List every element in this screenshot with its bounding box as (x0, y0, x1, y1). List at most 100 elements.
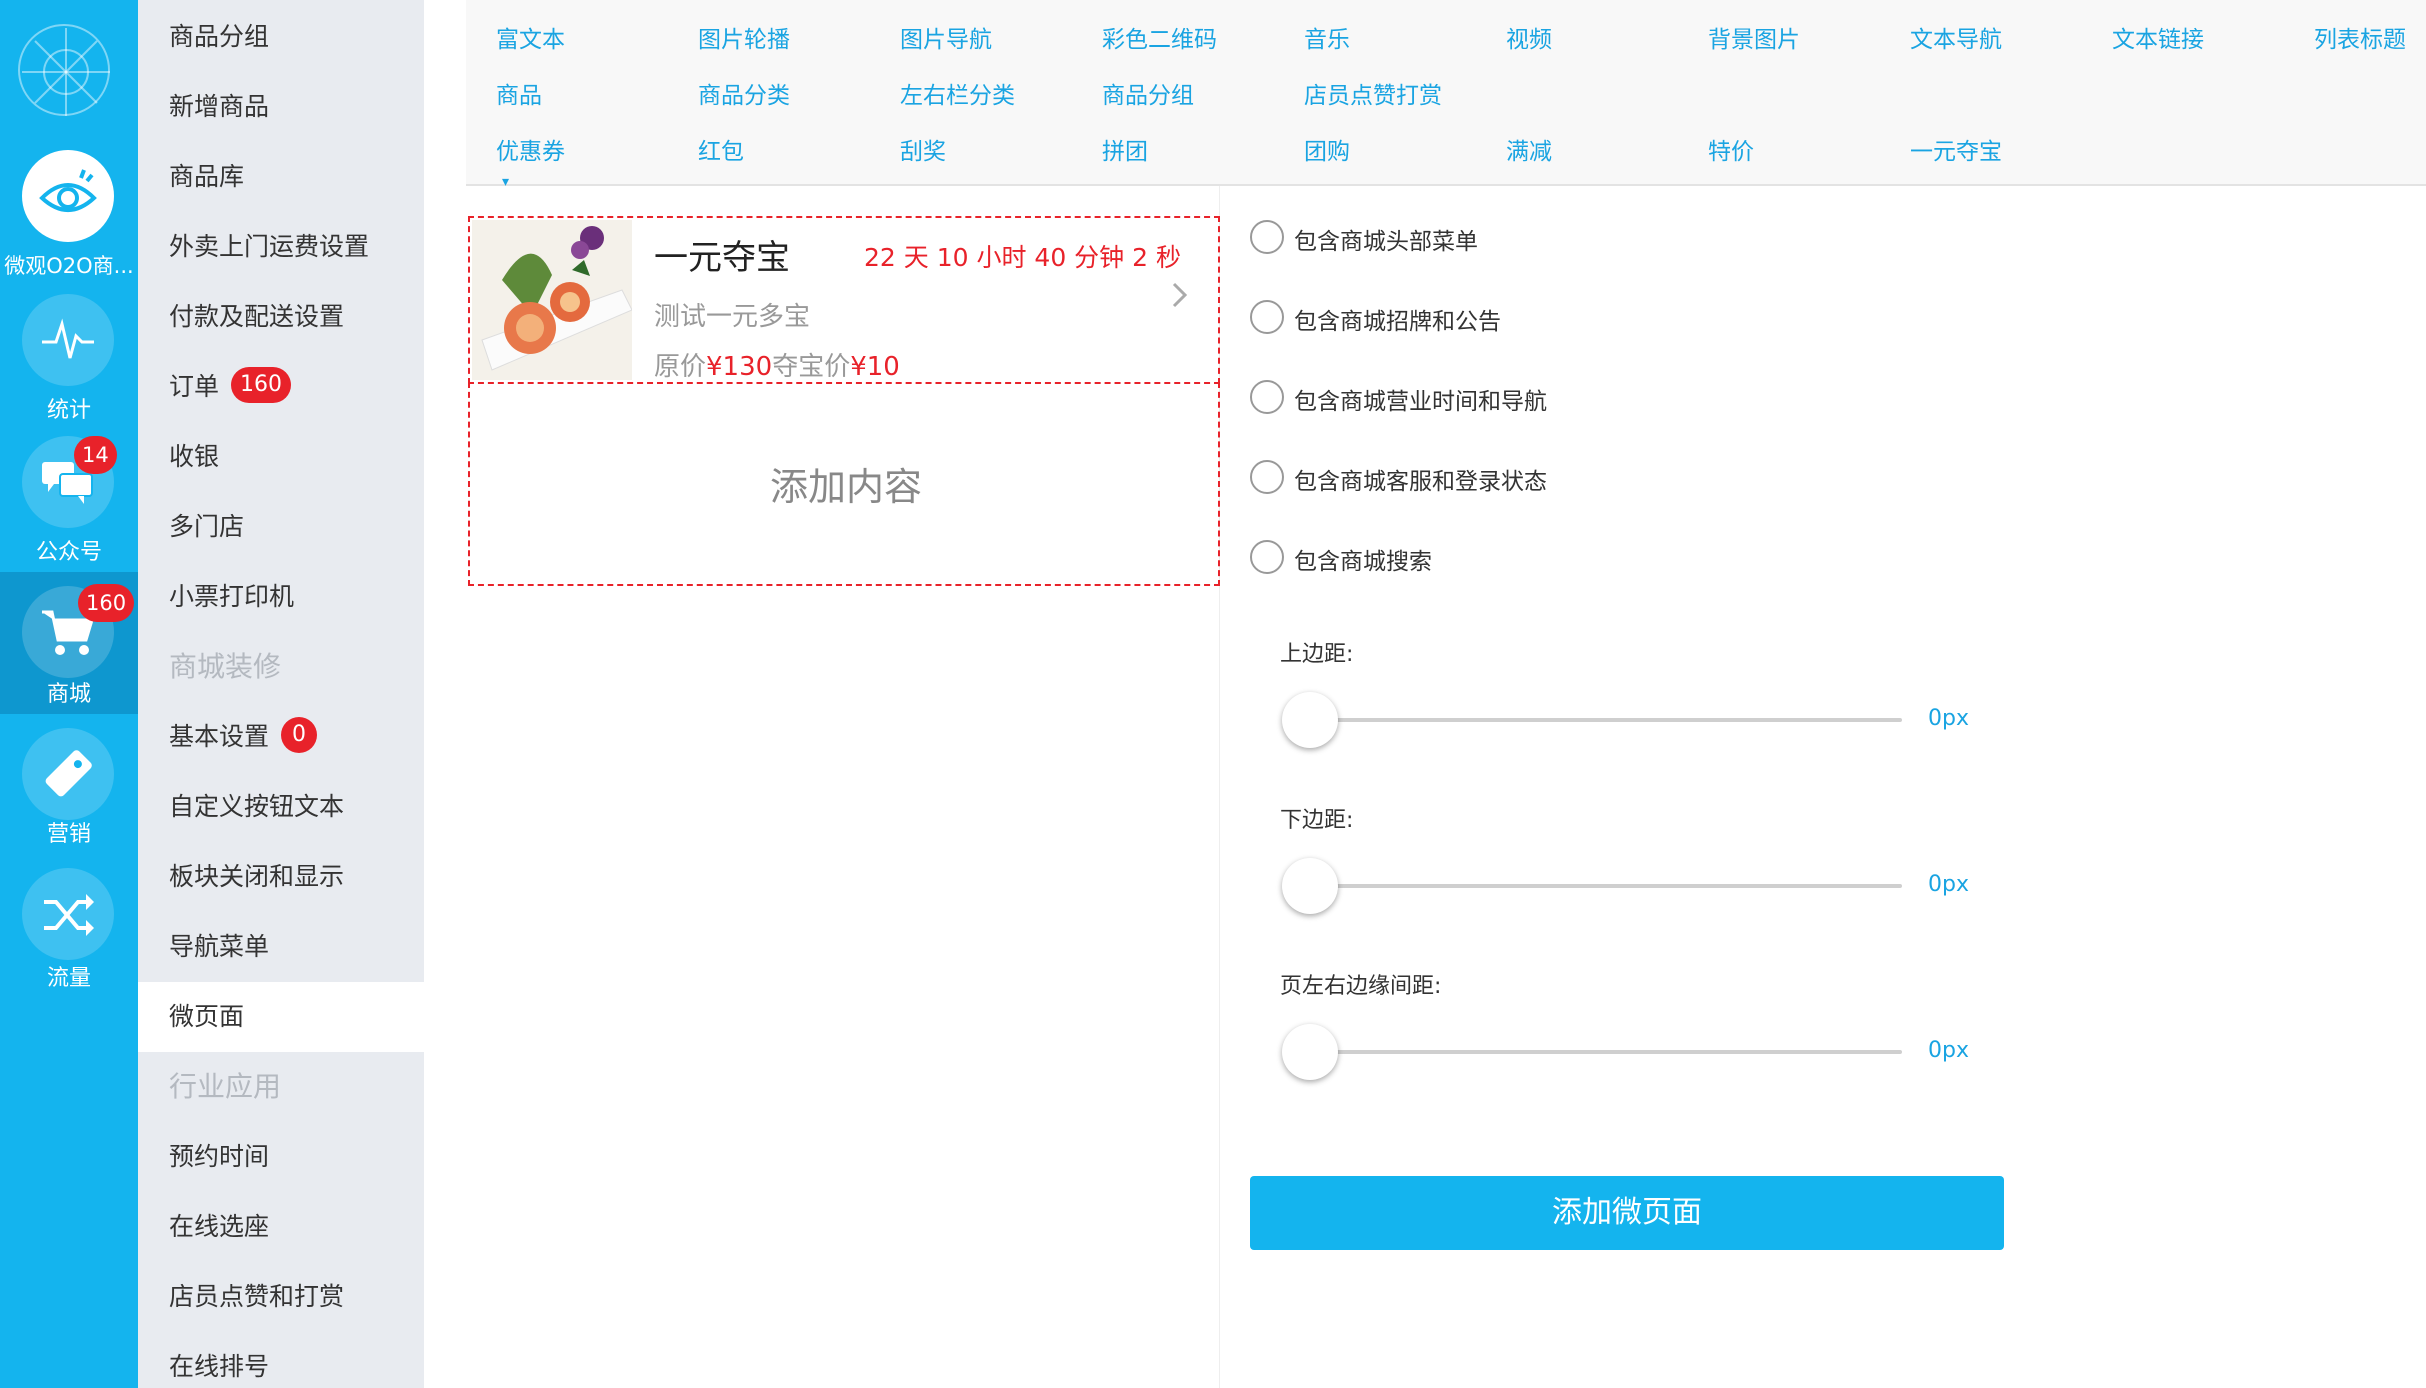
subnav-label: 自定义按钮文本 (169, 792, 345, 821)
product-price: 原价¥130夺宝价¥10 (654, 346, 900, 383)
option-label: 包含商城营业时间和导航 (1294, 389, 1547, 415)
subnav-group-mall-decoration: 商城装修 (138, 632, 424, 702)
side-margin-slider-handle[interactable] (1282, 1024, 1338, 1080)
option-label: 包含商城客服和登录状态 (1294, 469, 1547, 495)
component-staff-tips[interactable]: 店员点赞打赏 (1304, 76, 1442, 110)
top-margin-slider-handle[interactable] (1282, 692, 1338, 748)
subnav-label: 小票打印机 (169, 582, 295, 611)
add-content-area[interactable]: 添加内容 (468, 382, 1220, 586)
subnav-item-booking-time[interactable]: 预约时间 (138, 1122, 424, 1192)
radio-button[interactable] (1250, 460, 1284, 494)
subnav-item-product-group[interactable]: 商品分组 (138, 2, 424, 72)
component-team-purchase[interactable]: 团购 (1304, 132, 1350, 166)
component-scratch-card[interactable]: 刮奖 (900, 132, 946, 166)
one-yuan-draw-card[interactable]: 一元夺宝 22 天 10 小时 40 分钟 2 秒 测试一元多宝 原价¥130夺… (468, 216, 1220, 384)
component-carousel[interactable]: 图片轮播 (698, 20, 790, 54)
subnav-group-label: 商城装修 (169, 650, 282, 683)
component-discount[interactable]: 满减 (1506, 132, 1552, 166)
subnav-item-staff-tips[interactable]: 店员点赞和打赏 (138, 1262, 424, 1332)
subnav-label: 外卖上门运费设置 (169, 232, 370, 261)
top-margin-value: 0px (1928, 706, 1969, 731)
top-margin-label: 上边距: (1280, 642, 1354, 667)
deal-price: ¥10 (850, 352, 900, 382)
subnav-item-section-toggle[interactable]: 板块关闭和显示 (138, 842, 424, 912)
component-special-price[interactable]: 特价 (1708, 132, 1754, 166)
component-one-yuan-draw[interactable]: 一元夺宝 (1910, 132, 2002, 166)
radio-button[interactable] (1250, 220, 1284, 254)
subnav-label: 多门店 (169, 512, 245, 541)
subnav-item-payment-shipping[interactable]: 付款及配送设置 (138, 282, 424, 352)
component-red-packet[interactable]: 红包 (698, 132, 744, 166)
rail-item-mall[interactable]: 160 商城 (0, 572, 138, 714)
rail-label-stats: 统计 (46, 398, 91, 423)
price-prefix: 原价 (654, 352, 707, 382)
side-margin-slider-track[interactable] (1308, 1050, 1902, 1054)
rail-label-wechat: 公众号 (35, 540, 102, 565)
subnav-item-delivery-fee[interactable]: 外卖上门运费设置 (138, 212, 424, 282)
subnav-label: 商品库 (169, 162, 245, 191)
subnav-item-seat-selection[interactable]: 在线选座 (138, 1192, 424, 1262)
subnav-item-micro-page[interactable]: 微页面 (138, 982, 424, 1052)
rail-item-wechat[interactable]: 14 公众号 (0, 436, 138, 578)
component-coupon[interactable]: 优惠券 (496, 132, 565, 166)
countdown-timer: 22 天 10 小时 40 分钟 2 秒 (864, 243, 1181, 272)
bottom-margin-slider-track[interactable] (1308, 884, 1902, 888)
subnav-label: 预约时间 (169, 1142, 270, 1171)
component-side-category[interactable]: 左右栏分类 (900, 76, 1015, 110)
side-margin-value: 0px (1928, 1038, 1969, 1063)
subnav-label: 订单 (169, 372, 220, 401)
subnav-item-cashier[interactable]: 收银 (138, 422, 424, 492)
subnav-item-orders[interactable]: 订单 160 (138, 352, 424, 422)
bottom-margin-label: 下边距: (1280, 808, 1354, 833)
chevron-right-icon (1172, 282, 1188, 308)
subnav-item-queue[interactable]: 在线排号 (138, 1332, 424, 1388)
caret-down-icon: ▾ (502, 174, 510, 190)
rail-label-marketing: 营销 (46, 822, 91, 847)
rail-item-app[interactable]: 微观O2O商... (0, 146, 138, 288)
add-micro-page-button[interactable]: 添加微页面 (1250, 1176, 2004, 1250)
subnav-item-basic-settings[interactable]: 基本设置 0 (138, 702, 424, 772)
radio-button[interactable] (1250, 300, 1284, 334)
option-label: 包含商城搜索 (1294, 549, 1432, 575)
option-label: 包含商城头部菜单 (1294, 229, 1478, 255)
rail-badge-mall: 160 (78, 584, 135, 622)
top-margin-slider-track[interactable] (1308, 718, 1902, 722)
component-color-qrcode[interactable]: 彩色二维码 (1102, 20, 1217, 54)
bottom-margin-slider-handle[interactable] (1282, 858, 1338, 914)
subnav-item-product-library[interactable]: 商品库 (138, 142, 424, 212)
subnav-item-nav-menu[interactable]: 导航菜单 (138, 912, 424, 982)
component-background-image[interactable]: 背景图片 (1708, 20, 1800, 54)
subnav-item-new-product[interactable]: 新增商品 (138, 72, 424, 142)
product-subtitle: 测试一元多宝 (654, 302, 811, 332)
rail-item-stats[interactable]: 统计 (0, 294, 138, 436)
radio-button[interactable] (1250, 540, 1284, 574)
component-list-title[interactable]: 列表标题 (2314, 20, 2406, 54)
subnav-label: 板块关闭和显示 (169, 862, 345, 891)
component-group-buy[interactable]: 拼团 (1102, 132, 1148, 166)
component-music[interactable]: 音乐 (1304, 20, 1350, 54)
add-content-label: 添加内容 (769, 465, 922, 509)
component-product-category[interactable]: 商品分类 (698, 76, 790, 110)
subnav-item-multi-store[interactable]: 多门店 (138, 492, 424, 562)
subnav-item-receipt-printer[interactable]: 小票打印机 (138, 562, 424, 632)
subnav-label: 收银 (169, 442, 220, 471)
orders-badge: 160 (231, 367, 292, 403)
subnav-label: 导航菜单 (169, 932, 270, 961)
component-product[interactable]: 商品 (496, 76, 542, 110)
rail-item-traffic[interactable]: 流量 (0, 868, 138, 1010)
component-rich-text[interactable]: 富文本 (496, 20, 565, 54)
bottom-margin-value: 0px (1928, 872, 1969, 897)
sub-navigation: 商品分组 新增商品 商品库 外卖上门运费设置 付款及配送设置 订单 160 收银 … (138, 0, 424, 1388)
component-text-nav[interactable]: 文本导航 (1910, 20, 2002, 54)
component-text-link[interactable]: 文本链接 (2112, 20, 2204, 54)
page-preview: ▾ 一元夺宝 22 天 10 小时 40 分钟 2 秒 测试一元多宝 原价¥13… (466, 174, 1220, 1388)
original-price: ¥130 (706, 352, 773, 382)
component-video[interactable]: 视频 (1506, 20, 1552, 54)
subnav-item-custom-button-text[interactable]: 自定义按钮文本 (138, 772, 424, 842)
rail-item-marketing[interactable]: 营销 (0, 728, 138, 870)
side-margin-label: 页左右边缘间距: (1280, 974, 1442, 999)
radio-button[interactable] (1250, 380, 1284, 414)
subnav-group-industry-apps: 行业应用 (138, 1052, 424, 1122)
component-product-group[interactable]: 商品分组 (1102, 76, 1194, 110)
component-image-nav[interactable]: 图片导航 (900, 20, 992, 54)
